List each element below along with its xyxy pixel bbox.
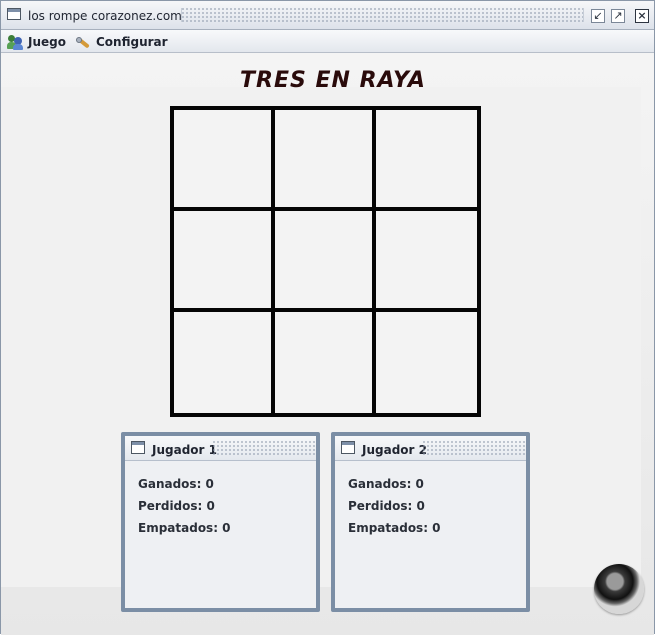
titlebar-grip[interactable] — [181, 8, 584, 22]
player-1-draws: Empatados: 0 — [138, 521, 231, 535]
window-icon — [131, 441, 145, 454]
main-window: los rompe corazonez.com ↙ ↗ × Juego Conf… — [0, 0, 655, 635]
close-icon: × — [637, 9, 647, 22]
player-1-title: Jugador 1 — [152, 443, 217, 457]
panel-grip[interactable] — [423, 441, 527, 455]
player-1-wins: Ganados: 0 — [138, 477, 214, 491]
users-icon — [7, 34, 23, 50]
player-2-titlebar[interactable]: Jugador 2 — [335, 436, 527, 461]
player-1-losses: Perdidos: 0 — [138, 499, 215, 513]
maximize-icon: ↗ — [613, 9, 623, 22]
board-cell-5[interactable] — [275, 211, 376, 312]
close-button[interactable]: × — [635, 9, 649, 23]
tools-icon — [75, 34, 91, 50]
player-2-draws: Empatados: 0 — [348, 521, 441, 535]
window-icon — [7, 8, 21, 20]
board-cell-1[interactable] — [174, 110, 275, 211]
menu-juego[interactable]: Juego — [7, 33, 66, 50]
window-title: los rompe corazonez.com — [28, 9, 182, 23]
restore-button[interactable]: ↙ — [591, 9, 605, 23]
tic-tac-toe-board — [170, 106, 481, 417]
board-cell-4[interactable] — [174, 211, 275, 312]
player-2-body: Ganados: 0 Perdidos: 0 Empatados: 0 — [335, 461, 526, 608]
player-2-title: Jugador 2 — [362, 443, 427, 457]
player-1-body: Ganados: 0 Perdidos: 0 Empatados: 0 — [125, 461, 316, 608]
player-1-panel: Jugador 1 Ganados: 0 Perdidos: 0 Empatad… — [121, 432, 320, 612]
player-2-panel: Jugador 2 Ganados: 0 Perdidos: 0 Empatad… — [331, 432, 530, 612]
board-cell-6[interactable] — [376, 211, 477, 312]
board-cell-8[interactable] — [275, 312, 376, 413]
player-2-wins: Ganados: 0 — [348, 477, 424, 491]
player-1-titlebar[interactable]: Jugador 1 — [125, 436, 317, 461]
window-titlebar[interactable]: los rompe corazonez.com ↙ ↗ × — [1, 1, 654, 30]
maximize-button[interactable]: ↗ — [611, 9, 625, 23]
speaker-icon[interactable] — [594, 564, 644, 614]
menu-bar: Juego Configurar — [1, 30, 654, 53]
player-2-losses: Perdidos: 0 — [348, 499, 425, 513]
board-cell-2[interactable] — [275, 110, 376, 211]
board-cell-7[interactable] — [174, 312, 275, 413]
menu-juego-label: Juego — [28, 34, 66, 49]
window-icon — [341, 441, 355, 454]
board-cell-3[interactable] — [376, 110, 477, 211]
menu-configurar-label: Configurar — [96, 34, 168, 49]
restore-icon: ↙ — [593, 9, 603, 22]
game-title: TRES EN RAYA — [240, 68, 426, 93]
panel-grip[interactable] — [213, 441, 317, 455]
board-cell-9[interactable] — [376, 312, 477, 413]
menu-configurar[interactable]: Configurar — [75, 33, 168, 50]
